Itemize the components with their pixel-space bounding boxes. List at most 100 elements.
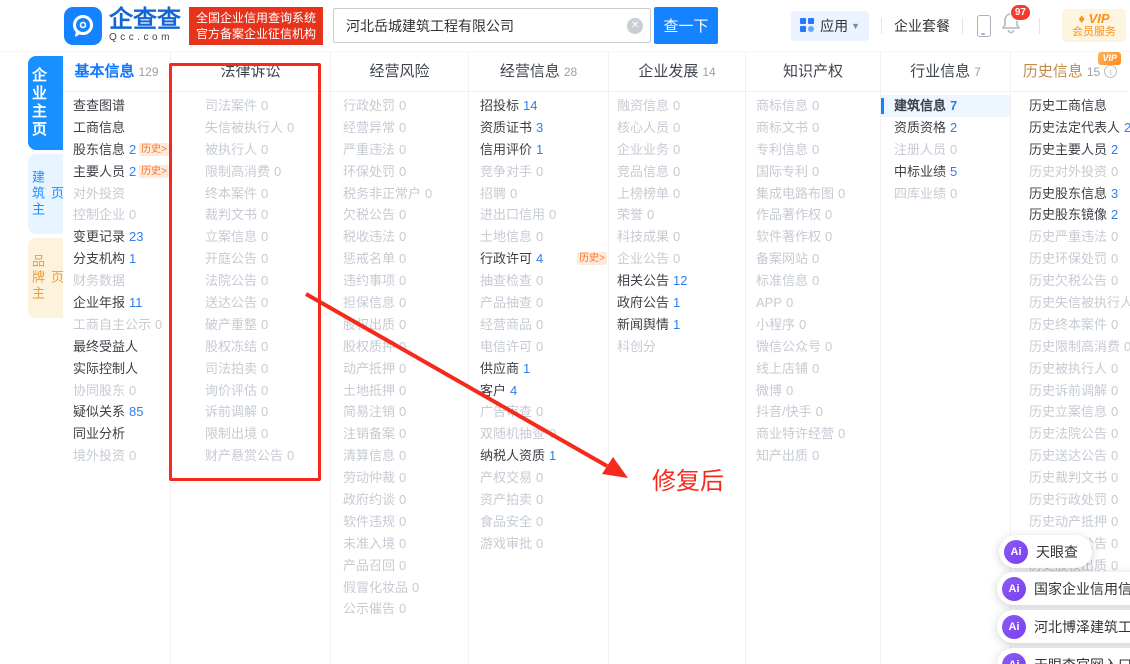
menu-item[interactable]: 历史诉前调解0 bbox=[1011, 380, 1129, 402]
menu-item[interactable]: 股权冻结0 bbox=[171, 336, 330, 358]
ai-suggestion-pill[interactable]: Ai河北博泽建筑工程 bbox=[997, 610, 1130, 643]
menu-item[interactable]: 历史环保处罚0 bbox=[1011, 248, 1129, 270]
menu-item[interactable]: 历史送达公告0 bbox=[1011, 445, 1129, 467]
menu-item[interactable]: 最终受益人 bbox=[63, 336, 170, 358]
menu-item[interactable]: 历史限制高消费0 bbox=[1011, 336, 1129, 358]
menu-item[interactable]: APP0 bbox=[746, 292, 880, 314]
column-header[interactable]: 企业发展14 bbox=[609, 52, 745, 92]
menu-item[interactable]: 破产重整0 bbox=[171, 314, 330, 336]
menu-item[interactable]: 开庭公告0 bbox=[171, 248, 330, 270]
ai-suggestion-pill[interactable]: Ai天眼查官网入口 bbox=[997, 648, 1130, 664]
menu-item[interactable]: 软件违规0 bbox=[331, 511, 468, 533]
menu-item[interactable]: 广告审查0 bbox=[469, 401, 608, 423]
menu-item[interactable]: 历史法定代表人2 bbox=[1011, 117, 1129, 139]
mobile-app-icon[interactable] bbox=[977, 15, 991, 37]
menu-item[interactable]: 历史对外投资0 bbox=[1011, 161, 1129, 183]
menu-item[interactable]: 假冒化妆品0 bbox=[331, 577, 468, 599]
menu-item[interactable]: 荣誉0 bbox=[609, 204, 745, 226]
menu-item[interactable]: 中标业绩5 bbox=[881, 161, 1010, 183]
menu-item[interactable]: 未准入境0 bbox=[331, 533, 468, 555]
enterprise-package-link[interactable]: 企业套餐 bbox=[894, 16, 950, 36]
menu-item[interactable]: 注销备案0 bbox=[331, 423, 468, 445]
menu-item[interactable]: 立案信息0 bbox=[171, 226, 330, 248]
menu-item[interactable]: 简易注销0 bbox=[331, 401, 468, 423]
menu-item[interactable]: 政府约谈0 bbox=[331, 489, 468, 511]
menu-item[interactable]: 限制出境0 bbox=[171, 423, 330, 445]
menu-item[interactable]: 招聘0 bbox=[469, 183, 608, 205]
menu-item[interactable]: 历史失信被执行人0 bbox=[1011, 292, 1129, 314]
notifications-bell[interactable]: 97 bbox=[1001, 12, 1021, 39]
qcc-logo[interactable]: 企查查 Qcc.com bbox=[64, 7, 181, 45]
menu-item[interactable]: 严重违法0 bbox=[331, 139, 468, 161]
menu-item[interactable]: 变更记录23 bbox=[63, 226, 170, 248]
menu-item[interactable]: 备案网站0 bbox=[746, 248, 880, 270]
menu-item[interactable]: 相关公告12 bbox=[609, 270, 745, 292]
menu-item[interactable]: 清算信息0 bbox=[331, 445, 468, 467]
menu-item[interactable]: 历史立案信息0 bbox=[1011, 401, 1129, 423]
menu-item[interactable]: 税收违法0 bbox=[331, 226, 468, 248]
menu-item[interactable]: 疑似关系85 bbox=[63, 401, 170, 423]
menu-item[interactable]: 司法案件0 bbox=[171, 95, 330, 117]
column-header[interactable]: 经营风险 bbox=[331, 52, 468, 92]
column-header[interactable]: 法律诉讼 bbox=[171, 52, 330, 92]
history-tag[interactable]: 历史> bbox=[577, 252, 607, 265]
menu-item[interactable]: 实际控制人 bbox=[63, 358, 170, 380]
menu-item[interactable]: 集成电路布图0 bbox=[746, 183, 880, 205]
menu-item[interactable]: 作品著作权0 bbox=[746, 204, 880, 226]
apps-menu[interactable]: 应用 ▼ bbox=[791, 11, 869, 41]
menu-item[interactable]: 供应商1 bbox=[469, 358, 608, 380]
menu-item[interactable]: 线上店铺0 bbox=[746, 358, 880, 380]
menu-item[interactable]: 四库业绩0 bbox=[881, 183, 1010, 205]
menu-item[interactable]: 环保处罚0 bbox=[331, 161, 468, 183]
menu-item[interactable]: 送达公告0 bbox=[171, 292, 330, 314]
menu-item[interactable]: 动产抵押0 bbox=[331, 358, 468, 380]
menu-item[interactable]: 行政许可4历史> bbox=[469, 248, 608, 270]
menu-item[interactable]: 注册人员0 bbox=[881, 139, 1010, 161]
menu-item[interactable]: 主要人员2历史> bbox=[63, 161, 170, 183]
menu-item[interactable]: 融资信息0 bbox=[609, 95, 745, 117]
menu-item[interactable]: 查查图谱 bbox=[63, 95, 170, 117]
menu-item[interactable]: 核心人员0 bbox=[609, 117, 745, 139]
menu-item[interactable]: 软件著作权0 bbox=[746, 226, 880, 248]
menu-item[interactable]: 微博0 bbox=[746, 380, 880, 402]
menu-item[interactable]: 经营异常0 bbox=[331, 117, 468, 139]
menu-item[interactable]: 历史动产抵押0 bbox=[1011, 511, 1129, 533]
search-button[interactable]: 查一下 bbox=[654, 7, 718, 44]
menu-item[interactable]: 经营商品0 bbox=[469, 314, 608, 336]
menu-item[interactable]: 公示催告0 bbox=[331, 598, 468, 620]
menu-item[interactable]: 对外投资 bbox=[63, 183, 170, 205]
menu-item[interactable]: 客户4 bbox=[469, 380, 608, 402]
menu-item[interactable]: 工商自主公示0 bbox=[63, 314, 170, 336]
menu-item[interactable]: 招投标14 bbox=[469, 95, 608, 117]
menu-item[interactable]: 历史欠税公告0 bbox=[1011, 270, 1129, 292]
column-header[interactable]: 行业信息7 bbox=[881, 52, 1010, 92]
menu-item[interactable]: 裁判文书0 bbox=[171, 204, 330, 226]
side-tab-construction-home[interactable]: 建筑主页 bbox=[28, 154, 63, 234]
menu-item[interactable]: 上榜榜单0 bbox=[609, 183, 745, 205]
side-tab-company-home[interactable]: 企业主页 bbox=[28, 56, 63, 150]
menu-item[interactable]: 商业特许经营0 bbox=[746, 423, 880, 445]
menu-item[interactable]: 司法拍卖0 bbox=[171, 358, 330, 380]
menu-item[interactable]: 历史法院公告0 bbox=[1011, 423, 1129, 445]
menu-item[interactable]: 历史主要人员2 bbox=[1011, 139, 1129, 161]
menu-item[interactable]: 历史终本案件0 bbox=[1011, 314, 1129, 336]
menu-item[interactable]: 抖音/快手0 bbox=[746, 401, 880, 423]
menu-item[interactable]: 分支机构1 bbox=[63, 248, 170, 270]
menu-item[interactable]: 终本案件0 bbox=[171, 183, 330, 205]
menu-item[interactable]: 小程序0 bbox=[746, 314, 880, 336]
menu-item[interactable]: 产权交易0 bbox=[469, 467, 608, 489]
menu-item[interactable]: 政府公告1 bbox=[609, 292, 745, 314]
menu-item[interactable]: 历史股东镜像2 bbox=[1011, 204, 1129, 226]
menu-item[interactable]: 微信公众号0 bbox=[746, 336, 880, 358]
side-tab-brand-home[interactable]: 品牌主页 bbox=[28, 238, 63, 318]
menu-item[interactable]: 协同股东0 bbox=[63, 380, 170, 402]
menu-item[interactable]: 资质资格2 bbox=[881, 117, 1010, 139]
menu-item[interactable]: 历史工商信息 bbox=[1011, 95, 1129, 117]
menu-item[interactable]: 企业业务0 bbox=[609, 139, 745, 161]
menu-item[interactable]: 股东信息2历史> bbox=[63, 139, 170, 161]
menu-item[interactable]: 股权质押0 bbox=[331, 336, 468, 358]
menu-item[interactable]: 建筑信息7 bbox=[881, 95, 1010, 117]
menu-item[interactable]: 产品召回0 bbox=[331, 555, 468, 577]
ai-suggestion-pill[interactable]: Ai天眼查 bbox=[999, 535, 1092, 568]
history-tag[interactable]: 历史> bbox=[139, 165, 169, 178]
